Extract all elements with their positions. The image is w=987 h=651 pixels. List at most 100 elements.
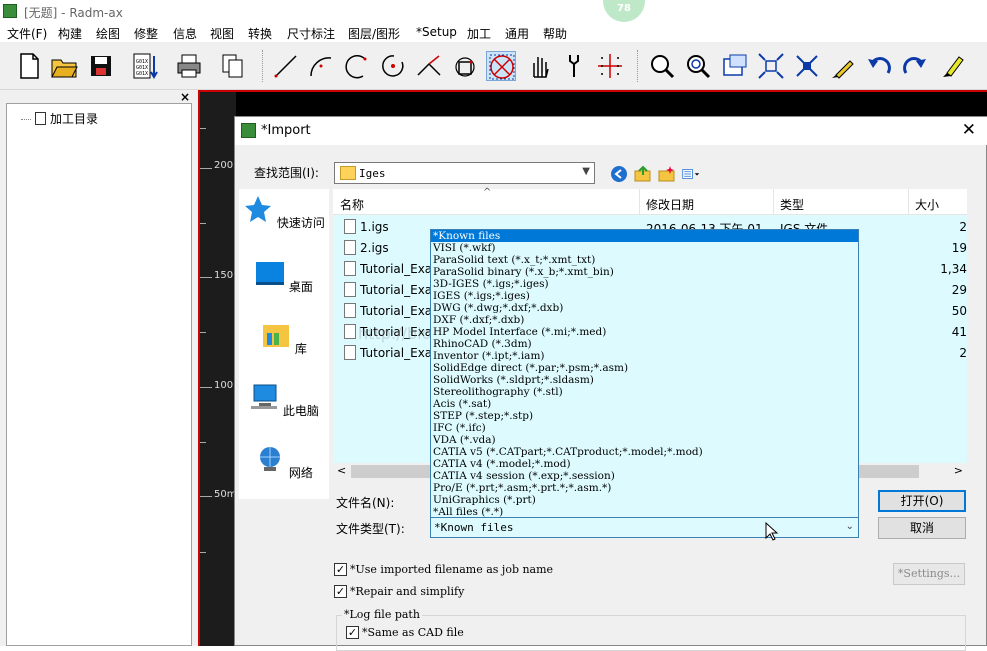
- menu-file[interactable]: 文件(F): [7, 25, 47, 42]
- file-type-option[interactable]: RhinoCAD (*.3dm): [431, 338, 858, 350]
- file-type-option[interactable]: 3D-IGES (*.igs;*.iges): [431, 278, 858, 290]
- zoom-window-icon[interactable]: [683, 51, 713, 81]
- scroll-right-icon[interactable]: >: [954, 464, 963, 477]
- file-type-option[interactable]: *Known files: [431, 230, 858, 242]
- new-folder-icon[interactable]: [658, 165, 676, 183]
- toolbar: G01X G01X G01X: [0, 42, 987, 90]
- close-icon[interactable]: ✕: [962, 120, 976, 140]
- file-type-dropdown-list[interactable]: *Known files VISI (*.wkf) ParaSolid text…: [430, 229, 859, 518]
- file-name: Tutorial_Exa: [360, 346, 433, 360]
- fit-all-icon[interactable]: [756, 51, 786, 81]
- menu-info[interactable]: 信息: [173, 25, 197, 42]
- scroll-left-icon[interactable]: <: [337, 464, 346, 477]
- print-icon[interactable]: [174, 51, 204, 81]
- file-type-option[interactable]: IGES (*.igs;*.iges): [431, 290, 858, 302]
- menu-machining[interactable]: 加工: [467, 25, 491, 42]
- chevron-down-icon[interactable]: ⌄: [846, 521, 854, 532]
- file-type-option[interactable]: Pro/E (*.prt;*.asm;*.prt.*;*.asm.*): [431, 482, 858, 494]
- copy-icon[interactable]: [218, 51, 248, 81]
- brush-icon[interactable]: [828, 51, 858, 81]
- file-name: Tutorial_Exa: [360, 283, 433, 297]
- file-type-option[interactable]: ParaSolid binary (*.x_b;*.xmt_bin): [431, 266, 858, 278]
- view-menu-icon[interactable]: [682, 165, 700, 183]
- line-icon[interactable]: [271, 51, 301, 81]
- arc-3pt-icon[interactable]: [341, 51, 371, 81]
- place-library[interactable]: 库: [239, 321, 329, 357]
- hand-pan-icon[interactable]: [524, 51, 554, 81]
- use-filename-checkbox[interactable]: ✓ *Use imported filename as job name: [334, 563, 553, 576]
- menu-setup[interactable]: *Setup: [416, 25, 457, 39]
- place-desktop[interactable]: 桌面: [239, 259, 329, 295]
- file-type-option[interactable]: SolidWorks (*.sldprt;*.sldasm): [431, 374, 858, 386]
- file-size: 1,34: [940, 262, 967, 276]
- file-type-option[interactable]: DWG (*.dwg;*.dxf;*.dxb): [431, 302, 858, 314]
- tree-item-machining-catalog[interactable]: 加工目录: [21, 110, 98, 127]
- back-icon[interactable]: [610, 165, 628, 183]
- file-type-option[interactable]: CATIA v4 (*.model;*.mod): [431, 458, 858, 470]
- file-type-option[interactable]: DXF (*.dxf;*.dxb): [431, 314, 858, 326]
- new-file-icon[interactable]: [14, 51, 44, 81]
- grid-snap-icon[interactable]: [595, 51, 625, 81]
- save-icon[interactable]: [86, 51, 116, 81]
- highlighter-icon[interactable]: [937, 51, 967, 81]
- menu-layer[interactable]: 图层/图形: [348, 25, 400, 42]
- rectangle-circle-icon[interactable]: [450, 51, 480, 81]
- wrench-icon[interactable]: [559, 51, 589, 81]
- toolbar-separator: [262, 50, 263, 82]
- file-type-option[interactable]: STEP (*.step;*.stp): [431, 410, 858, 422]
- file-type-option[interactable]: *All files (*.*): [431, 506, 858, 518]
- circle-icon[interactable]: [378, 51, 408, 81]
- look-in-select[interactable]: Iges ▼: [334, 162, 595, 184]
- place-network[interactable]: 网络: [239, 445, 329, 481]
- column-type[interactable]: 类型: [780, 196, 804, 213]
- column-size[interactable]: 大小: [915, 196, 939, 213]
- menu-general[interactable]: 通用: [505, 25, 529, 42]
- place-this-pc[interactable]: 此电脑: [239, 383, 329, 419]
- file-type-select[interactable]: *Known files ⌄: [430, 517, 859, 538]
- dialog-title-bar[interactable]: *Import ✕: [235, 117, 987, 145]
- panel-close-icon[interactable]: ×: [180, 90, 190, 104]
- file-type-option[interactable]: VISI (*.wkf): [431, 242, 858, 254]
- file-type-option[interactable]: VDA (*.vda): [431, 434, 858, 446]
- file-type-option[interactable]: UniGraphics (*.prt): [431, 494, 858, 506]
- file-type-option[interactable]: CATIA v5 (*.CATpart;*.CATproduct;*.model…: [431, 446, 858, 458]
- job-tree[interactable]: 加工目录: [6, 103, 192, 646]
- cancel-button[interactable]: 取消: [878, 517, 966, 539]
- file-type-option[interactable]: IFC (*.ifc): [431, 422, 858, 434]
- open-folder-icon[interactable]: [49, 51, 79, 81]
- file-type-option[interactable]: Stereolithography (*.stl): [431, 386, 858, 398]
- menu-build[interactable]: 构建: [58, 25, 82, 42]
- file-type-option[interactable]: Inventor (*.ipt;*.iam): [431, 350, 858, 362]
- nc-code-icon[interactable]: G01X G01X G01X: [130, 51, 160, 81]
- menu-view[interactable]: 视图: [210, 25, 234, 42]
- same-as-cad-checkbox[interactable]: ✓ *Same as CAD file: [346, 626, 464, 639]
- view-frame-icon[interactable]: [720, 51, 750, 81]
- settings-button[interactable]: *Settings...: [893, 563, 965, 585]
- menu-trim[interactable]: 修整: [134, 25, 158, 42]
- point-cross-icon[interactable]: [486, 51, 516, 81]
- fit-selection-icon[interactable]: [792, 51, 822, 81]
- arc-icon[interactable]: [306, 51, 336, 81]
- zoom-icon[interactable]: [647, 51, 677, 81]
- file-type-option[interactable]: CATIA v4 session (*.exp;*.session): [431, 470, 858, 482]
- place-quick-access[interactable]: 快速访问: [239, 195, 329, 231]
- chevron-down-icon[interactable]: ▼: [582, 166, 590, 177]
- file-type-option[interactable]: HP Model Interface (*.mi;*.med): [431, 326, 858, 338]
- file-type-option[interactable]: ParaSolid text (*.x_t;*.xmt_txt): [431, 254, 858, 266]
- menu-dimension[interactable]: 尺寸标注: [287, 25, 335, 42]
- file-type-option[interactable]: Acis (*.sat): [431, 398, 858, 410]
- file-type-option[interactable]: SolidEdge direct (*.par;*.psm;*.asm): [431, 362, 858, 374]
- menu-draw[interactable]: 绘图: [96, 25, 120, 42]
- column-date[interactable]: 修改日期: [646, 196, 694, 213]
- repair-checkbox[interactable]: ✓ *Repair and simplify: [334, 585, 464, 598]
- svg-text:G01X: G01X: [136, 71, 148, 77]
- menu-help[interactable]: 帮助: [543, 25, 567, 42]
- chamfer-icon[interactable]: [414, 51, 444, 81]
- undo-icon[interactable]: [864, 51, 894, 81]
- up-folder-icon[interactable]: [634, 165, 652, 183]
- column-name[interactable]: 名称: [340, 196, 364, 213]
- menu-transform[interactable]: 转换: [248, 25, 272, 42]
- redo-icon[interactable]: [900, 51, 930, 81]
- open-button[interactable]: 打开(O): [878, 490, 966, 512]
- file-icon: [344, 261, 356, 276]
